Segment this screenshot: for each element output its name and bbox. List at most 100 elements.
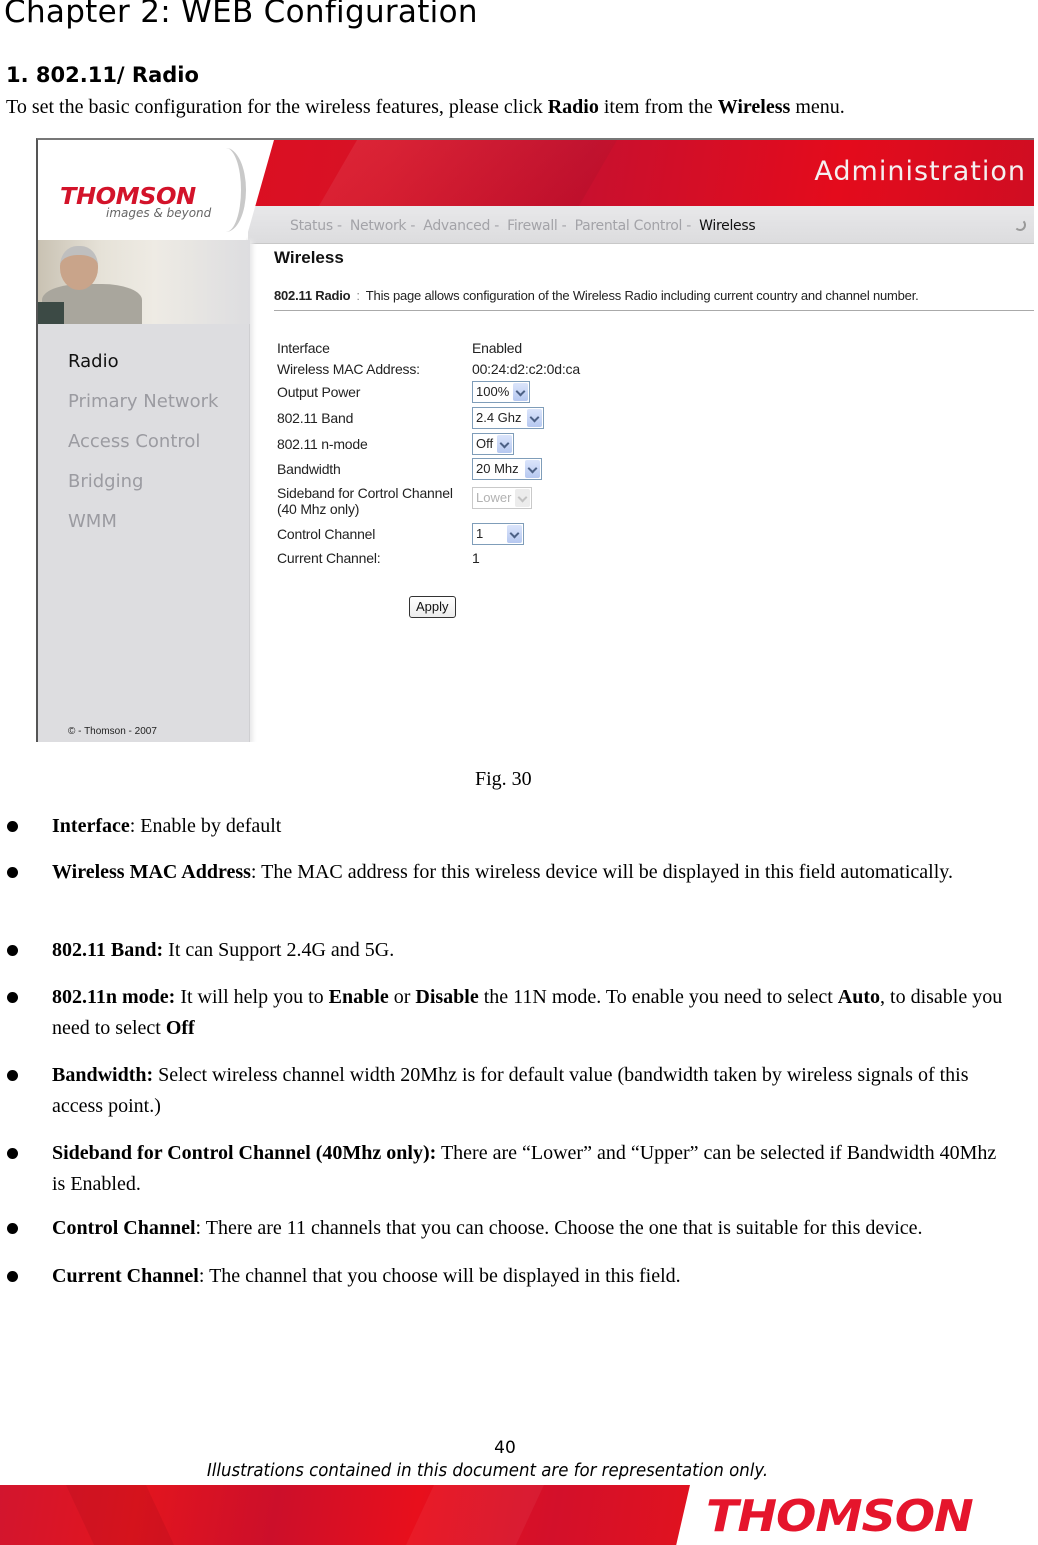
chevron-down-icon [515,489,530,507]
chevron-down-icon [527,409,542,427]
list-item: Bandwidth: Select wireless channel width… [7,1060,1012,1122]
bullet-bold: Enable [328,986,389,1008]
sidebar-photo [38,240,250,324]
output-power-value: 100% [476,384,510,399]
admin-title: Administration [814,156,1026,187]
bandwidth-select[interactable]: 20 Mhz [472,458,542,480]
intro-text: item from the [598,96,718,118]
bullet-icon [7,992,18,1003]
chevron-down-icon [513,383,528,401]
bullet-text: : The MAC address for this wireless devi… [250,861,953,883]
bandwidth-label: Bandwidth [277,461,341,477]
bullet-term: Bandwidth: [52,1064,154,1086]
sidebar-item-radio[interactable]: Radio [68,350,218,390]
nav-status[interactable]: Status - [290,218,342,234]
sideband-select[interactable]: Lower [472,487,532,509]
sidebar-item-wmm[interactable]: WMM [68,510,218,550]
copyright: © - Thomson - 2007 [68,726,157,737]
intro-bold-wireless: Wireless [717,96,791,118]
bullet-icon [7,867,18,878]
chevron-down-icon [507,525,522,543]
output-power-select[interactable]: 100% [472,381,530,403]
list-item: 802.11 Band: It can Support 2.4G and 5G. [7,935,1012,966]
nav-wireless[interactable]: Wireless [699,218,755,234]
bullet-icon [7,1148,18,1159]
logo-arc-icon [206,148,246,232]
disclaimer: Illustrations contained in this document… [206,1460,769,1481]
loading-spinner-icon [1014,219,1026,231]
bullet-text: It will help you to [175,986,329,1008]
list-item: 802.11n mode: It will help you to Enable… [7,982,1012,1044]
current-channel-value: 1 [472,550,480,566]
sidebar-item-bridging[interactable]: Bridging [68,470,218,510]
interface-value: Enabled [472,340,522,356]
list-item: Interface: Enable by default [7,811,1012,842]
nav-parental-control[interactable]: Parental Control - [575,218,692,234]
nav-advanced[interactable]: Advanced - [423,218,499,234]
footer-thomson-logo: THOMSON [706,1491,974,1542]
bullet-term: Interface [52,815,130,837]
router-admin-screenshot: Administration THOMSON images & beyond S… [36,138,1034,742]
nav-firewall[interactable]: Firewall - [507,218,567,234]
sidebar: Radio Primary Network Access Control Bri… [38,240,250,742]
apply-button[interactable]: Apply [409,596,456,618]
mac-value: 00:24:d2:c2:0d:ca [472,361,580,377]
description-label: 802.11 Radio [274,288,351,303]
bullet-term: Wireless MAC Address [52,861,251,883]
footer-red-band [0,1485,690,1545]
bullet-icon [7,1070,18,1081]
band-value: 2.4 Ghz [476,410,522,425]
page-title: Wireless [274,248,344,267]
nav-network[interactable]: Network - [350,218,416,234]
sidebar-item-access-control[interactable]: Access Control [68,430,218,470]
band-select[interactable]: 2.4 Ghz [472,407,544,429]
nmode-select[interactable]: Off [472,433,514,455]
list-item: Wireless MAC Address: The MAC address fo… [7,857,1012,888]
bullet-term: 802.11n mode: [52,986,176,1008]
current-channel-label: Current Channel: [277,550,381,566]
list-item: Sideband for Control Channel (40Mhz only… [7,1138,1012,1200]
bullet-term: Current Channel [52,1265,199,1287]
bullet-text: : The channel that you choose will be di… [198,1265,681,1287]
sideband-label-line2: (40 Mhz only) [277,501,360,517]
list-item: Control Channel: There are 11 channels t… [7,1213,1012,1244]
list-item: Current Channel: The channel that you ch… [7,1261,1012,1292]
bullet-icon [7,1223,18,1234]
chevron-down-icon [525,460,540,478]
thomson-logo: THOMSON images & beyond [38,140,274,240]
bullet-icon [7,945,18,956]
bullet-text: or [388,986,416,1008]
control-channel-label: Control Channel [277,526,376,542]
bullet-text: Select wireless channel width 20Mhz is f… [52,1064,969,1117]
description-separator: : [356,288,360,303]
page-number: 40 [494,1438,516,1458]
sideband-label-line1: Sideband for Cortrol Channel [277,485,453,501]
control-channel-value: 1 [476,526,484,541]
band-label: 802.11 Band [277,410,354,426]
description-text: This page allows configuration of the Wi… [365,288,919,303]
page-description: 802.11 Radio: This page allows configurat… [274,288,919,303]
bandwidth-value: 20 Mhz [476,461,519,476]
bullet-icon [7,1271,18,1282]
bullet-term: Control Channel [52,1217,196,1239]
sideband-value: Lower [476,490,512,505]
output-power-label: Output Power [277,384,361,400]
bullet-text: the 11N mode. To enable you need to sele… [478,986,838,1008]
sideband-label: Sideband for Cortrol Channel (40 Mhz only… [277,485,472,517]
nmode-label: 802.11 n-mode [277,436,368,452]
sidebar-item-primary-network[interactable]: Primary Network [68,390,218,430]
chevron-down-icon [497,435,512,453]
divider [274,310,1034,311]
intro-bold-radio: Radio [547,96,599,118]
nmode-value: Off [476,436,494,451]
control-channel-select[interactable]: 1 [472,523,524,545]
main-content: Wireless 802.11 Radio: This page allows c… [274,244,1034,742]
intro-text: menu. [790,96,845,118]
top-nav: Status - Network - Advanced - Firewall -… [248,206,1034,244]
bullet-icon [7,821,18,832]
bullet-term: 802.11 Band: [52,939,164,961]
figure-caption: Fig. 30 [475,768,532,790]
section-title: 1. 802.11/ Radio [6,63,199,87]
bullet-bold: Auto [837,986,881,1008]
bullet-term: Sideband for Control Channel (40Mhz only… [52,1142,437,1164]
